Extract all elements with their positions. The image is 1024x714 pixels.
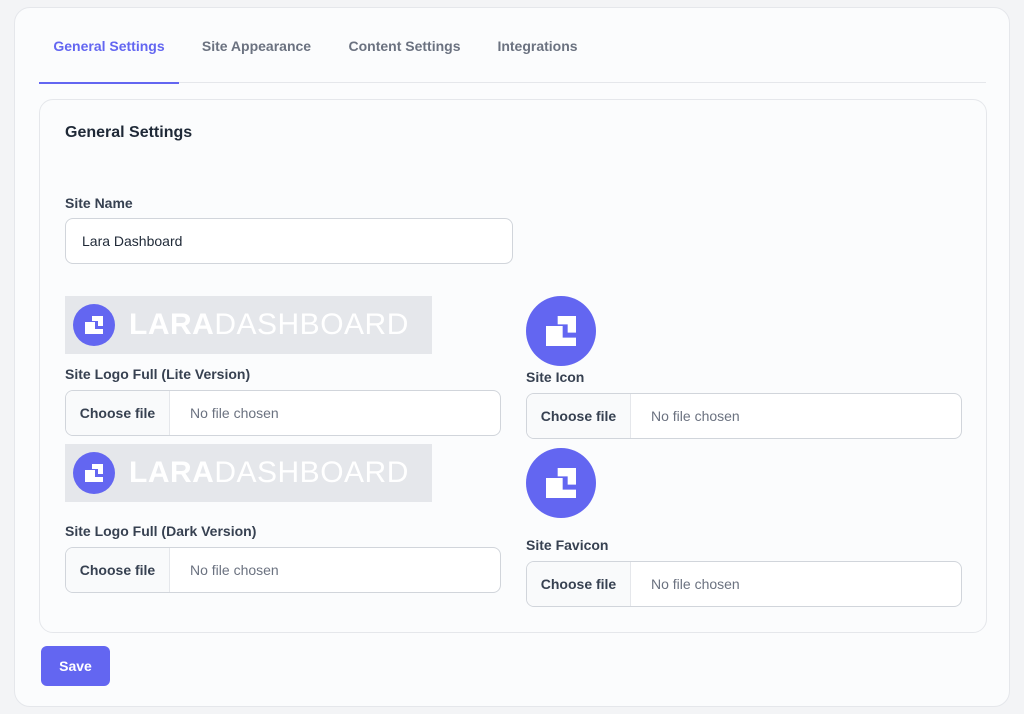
site-favicon-file-input[interactable]: Choose file No file chosen bbox=[526, 561, 962, 607]
site-name-label: Site Name bbox=[65, 195, 133, 211]
site-logo-lite-file-input[interactable]: Choose file No file chosen bbox=[65, 390, 501, 436]
file-status-text: No file chosen bbox=[190, 405, 279, 421]
lara-logo-icon bbox=[73, 452, 115, 494]
save-button[interactable]: Save bbox=[41, 646, 110, 686]
choose-file-button[interactable]: Choose file bbox=[66, 548, 170, 592]
section-title: General Settings bbox=[65, 124, 193, 141]
choose-file-button[interactable]: Choose file bbox=[527, 394, 631, 438]
site-logo-dark-file-input[interactable]: Choose file No file chosen bbox=[65, 547, 501, 593]
tab-integrations[interactable]: Integrations bbox=[475, 8, 600, 83]
file-status-text: No file chosen bbox=[190, 562, 279, 578]
general-settings-card: General Settings Site Name LARA DASHBOARD… bbox=[39, 99, 987, 633]
lara-logo-icon bbox=[73, 304, 115, 346]
tab-general-settings[interactable]: General Settings bbox=[39, 8, 179, 84]
site-logo-dark-preview: LARADASHBOARD bbox=[65, 444, 432, 502]
site-logo-lite-label: Site Logo Full (Lite Version) bbox=[65, 366, 251, 382]
lara-logo-icon bbox=[546, 316, 576, 346]
site-icon-file-input[interactable]: Choose file No file chosen bbox=[526, 393, 962, 439]
brand-wordmark: LARADASHBOARD bbox=[129, 456, 409, 489]
site-logo-dark-label: Site Logo Full (Dark Version) bbox=[65, 523, 257, 539]
tab-site-appearance[interactable]: Site Appearance bbox=[179, 8, 334, 83]
site-icon-preview bbox=[526, 296, 596, 366]
site-logo-lite-preview: LARADASHBOARD bbox=[65, 296, 432, 354]
lara-logo-icon bbox=[546, 468, 576, 498]
tab-content-settings[interactable]: Content Settings bbox=[334, 8, 475, 83]
site-name-input[interactable] bbox=[65, 218, 513, 264]
choose-file-button[interactable]: Choose file bbox=[66, 391, 170, 435]
file-status-text: No file chosen bbox=[651, 576, 740, 592]
choose-file-button[interactable]: Choose file bbox=[527, 562, 631, 606]
site-favicon-preview bbox=[526, 448, 596, 518]
brand-wordmark: LARADASHBOARD bbox=[129, 308, 409, 341]
file-status-text: No file chosen bbox=[651, 408, 740, 424]
site-favicon-label: Site Favicon bbox=[526, 537, 609, 553]
tab-bar: General Settings Site Appearance Content… bbox=[39, 8, 986, 84]
settings-panel: General Settings Site Appearance Content… bbox=[14, 7, 1010, 707]
site-icon-label: Site Icon bbox=[526, 369, 585, 385]
